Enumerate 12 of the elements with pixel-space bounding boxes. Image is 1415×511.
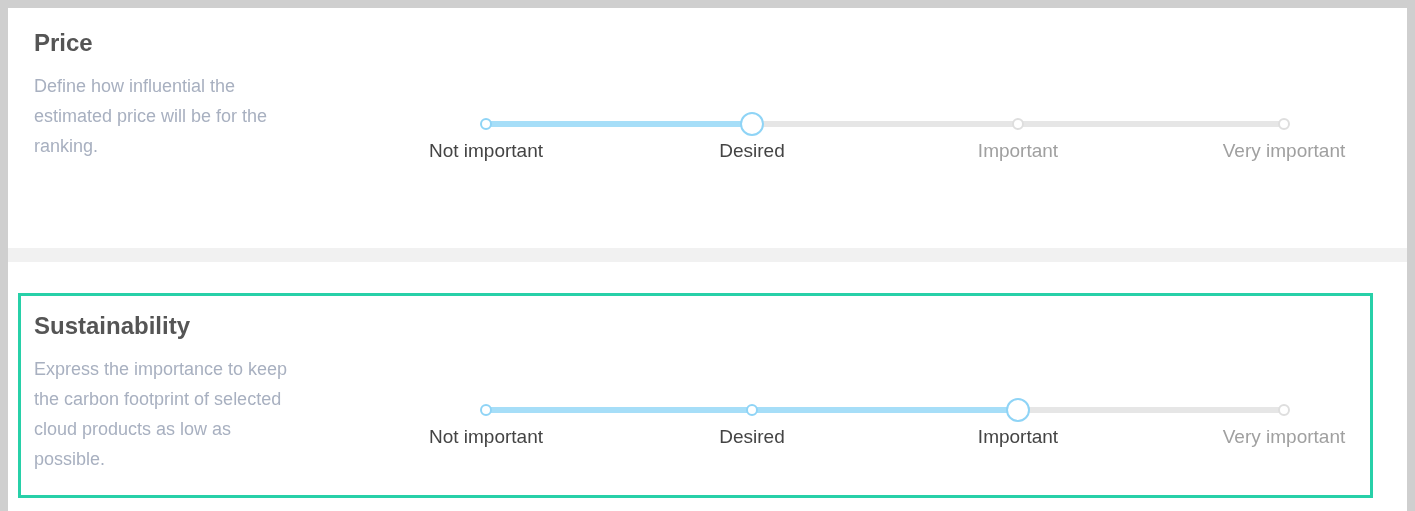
step-label: Desired [718,139,786,163]
step-label: Desired [718,425,786,449]
step-label: Not important [427,139,544,163]
section-title: Sustainability [34,311,192,341]
step-label: Important [976,425,1060,449]
step-label: Important [976,139,1060,163]
section-description: Define how influential the estimated price will be for the ranking. [34,75,269,158]
step-label: Very important [1221,425,1347,449]
section-title: Price [34,28,94,58]
step-label: Very important [1221,139,1347,163]
step-label: Not important [427,425,544,449]
section-description: Express the importance to keep the carbon footprint of selected cloud products as low as possible. [34,358,289,471]
